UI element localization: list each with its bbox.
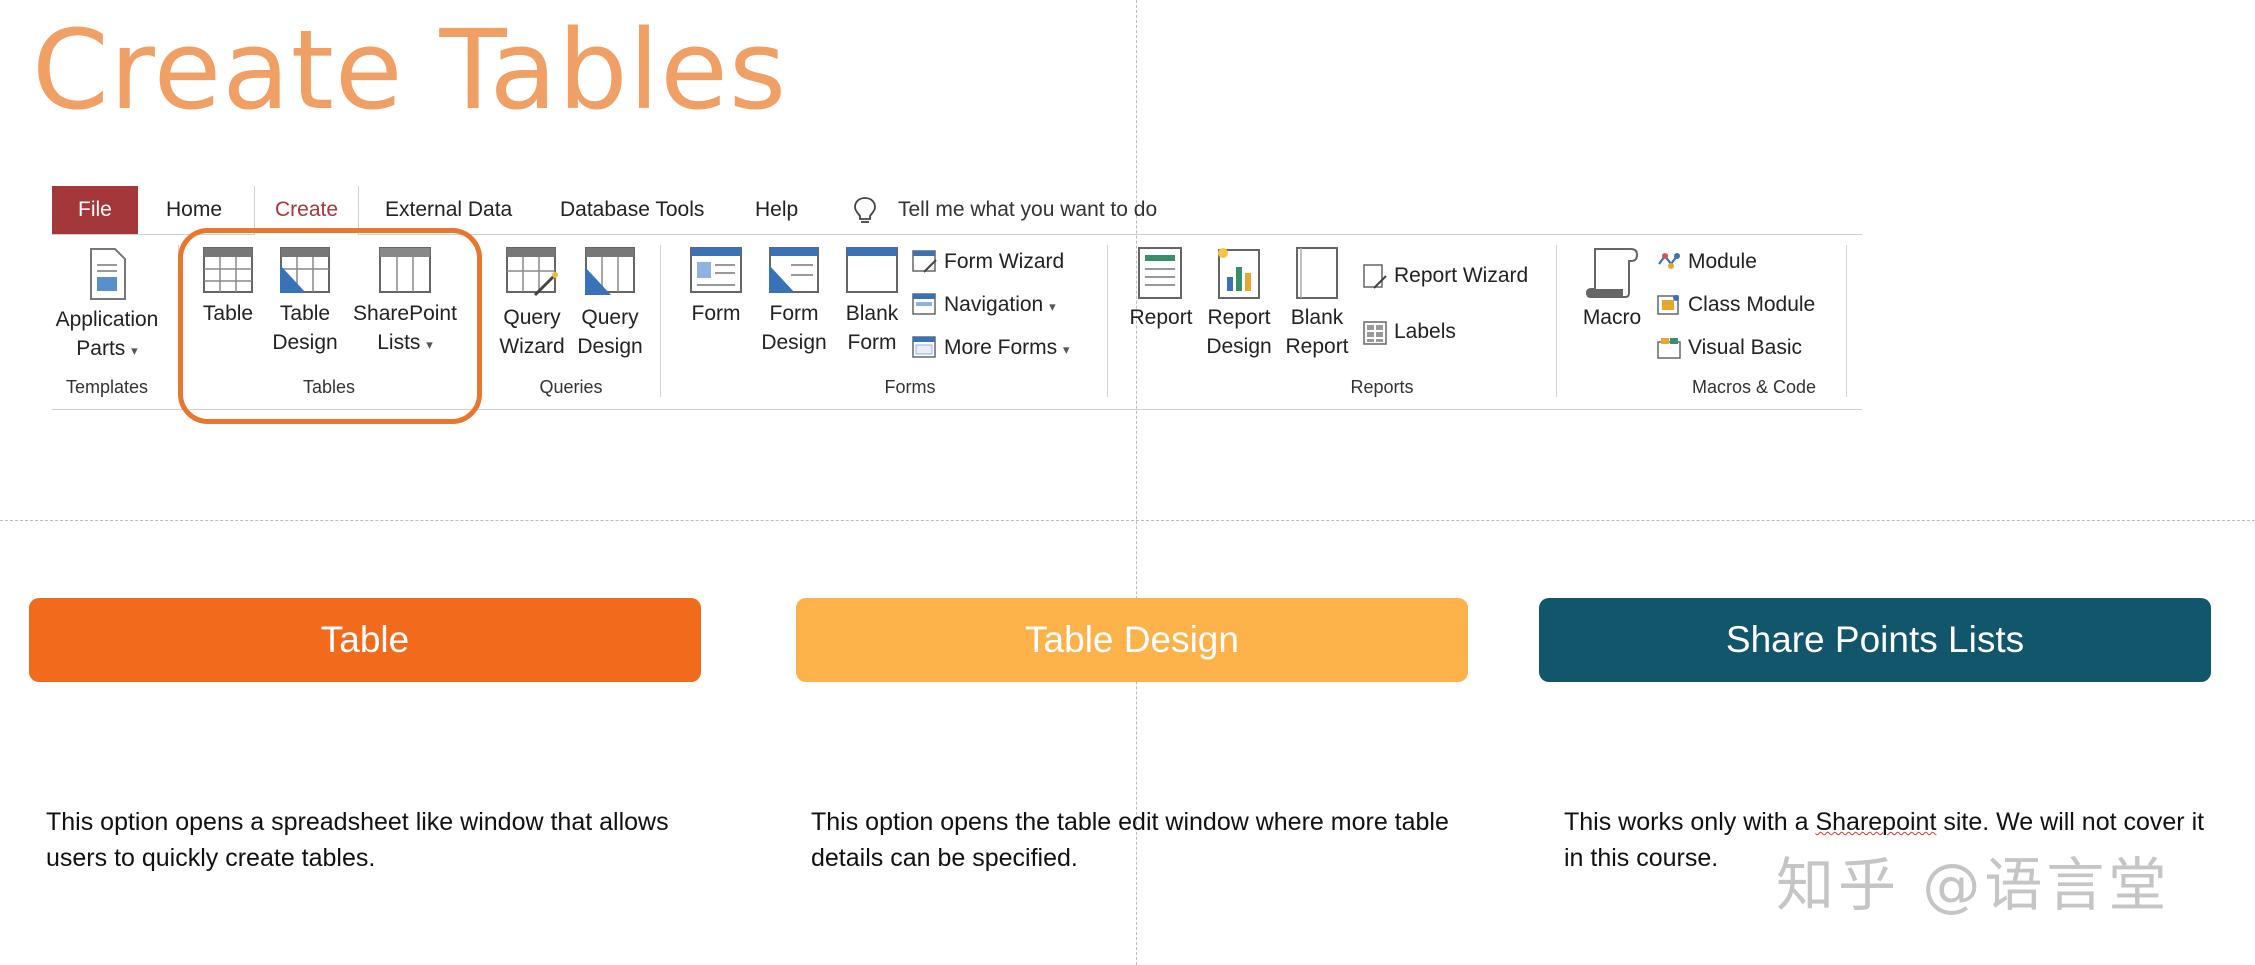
- application-parts-button[interactable]: Application Parts ▾: [52, 247, 162, 365]
- blank-form-button[interactable]: Blank Form: [836, 247, 908, 357]
- blank-form-icon: [846, 247, 898, 293]
- report-design-icon: [1218, 248, 1260, 299]
- watermark: 知乎 @语言堂: [1776, 851, 2171, 919]
- report-wizard-icon: [1363, 264, 1387, 289]
- lightbulb-icon: [854, 197, 876, 223]
- sharepoint-word: Sharepoint: [1815, 808, 1937, 836]
- tell-me-search[interactable]: Tell me what you want to do: [898, 186, 1157, 234]
- blank-report-label-1: Blank: [1290, 306, 1344, 329]
- tables-group-highlight: [178, 228, 482, 424]
- form-wizard-icon: [912, 250, 937, 273]
- blank-report-icon: [1296, 247, 1338, 299]
- form-label: Form: [691, 302, 741, 325]
- group-label-forms: Forms: [884, 377, 936, 397]
- labels-icon: [1363, 321, 1387, 345]
- query-wizard-button[interactable]: Query Wizard: [494, 247, 570, 361]
- query-design-icon: [585, 247, 635, 295]
- slide-guide-horizontal: [0, 520, 2255, 521]
- form-wizard-label: Form Wizard: [944, 250, 1065, 273]
- form-design-label-1: Form: [769, 302, 819, 325]
- macro-label: Macro: [1582, 306, 1642, 329]
- description-text: This works only with a: [1564, 808, 1816, 836]
- chevron-down-icon: ▾: [1049, 299, 1056, 314]
- chevron-down-icon: ▾: [131, 343, 138, 358]
- class-module-icon: [1657, 295, 1679, 315]
- labels-button[interactable]: Labels: [1362, 317, 1602, 347]
- module-icon: [1658, 253, 1680, 269]
- report-button[interactable]: Report: [1122, 247, 1200, 332]
- form-icon: [690, 247, 742, 293]
- visual-basic-button[interactable]: Visual Basic: [1656, 333, 1856, 363]
- visual-basic-icon: [1657, 338, 1681, 359]
- group-separator: [660, 245, 661, 397]
- report-label: Report: [1129, 306, 1193, 329]
- report-icon: [1138, 247, 1182, 299]
- group-label-macros-code: Macros & Code: [1691, 377, 1817, 397]
- class-module-label: Class Module: [1688, 293, 1816, 316]
- group-separator: [1846, 245, 1847, 397]
- card-table-design-description: This option opens the table edit window …: [811, 808, 1449, 872]
- application-parts-label-2: Parts: [76, 337, 126, 360]
- group-label-reports: Reports: [1350, 377, 1414, 397]
- class-module-button[interactable]: Class Module: [1656, 290, 1856, 320]
- navigation-label: Navigation: [944, 293, 1044, 316]
- tab-external-data[interactable]: External Data: [385, 186, 512, 234]
- report-design-label-2: Design: [1206, 335, 1272, 358]
- group-separator: [1556, 245, 1557, 397]
- query-design-label-2: Design: [577, 335, 643, 358]
- report-design-label-1: Report: [1207, 306, 1271, 329]
- card-share-points-lists-banner: Share Points Lists: [1539, 598, 2211, 682]
- macro-button[interactable]: Macro: [1574, 247, 1650, 332]
- form-design-label-2: Design: [761, 331, 827, 354]
- macro-icon: [1585, 248, 1639, 298]
- blank-report-button[interactable]: Blank Report: [1278, 247, 1356, 361]
- group-label-queries: Queries: [539, 377, 603, 397]
- application-parts-icon: [90, 248, 126, 300]
- query-wizard-label-2: Wizard: [499, 335, 565, 358]
- blank-form-label-2: Form: [847, 331, 897, 354]
- application-parts-label-1: Application: [55, 308, 159, 331]
- labels-label: Labels: [1394, 320, 1456, 343]
- chevron-down-icon: ▾: [1063, 342, 1070, 357]
- query-design-label-1: Query: [581, 306, 639, 329]
- tab-help[interactable]: Help: [755, 186, 798, 234]
- more-forms-icon: [912, 336, 936, 358]
- card-table-banner: Table: [29, 598, 701, 682]
- tab-home[interactable]: Home: [166, 186, 222, 234]
- tab-file[interactable]: File: [52, 186, 138, 234]
- query-wizard-icon: [506, 247, 558, 297]
- module-label: Module: [1688, 250, 1757, 273]
- blank-report-label-2: Report: [1285, 335, 1349, 358]
- card-table-description: This option opens a spreadsheet like win…: [46, 808, 669, 872]
- tab-database-tools[interactable]: Database Tools: [560, 186, 704, 234]
- slide-title: Create Tables: [32, 6, 788, 134]
- form-design-icon: [769, 247, 819, 293]
- group-label-templates: Templates: [65, 377, 149, 397]
- report-wizard-button[interactable]: Report Wizard: [1362, 261, 1602, 291]
- group-separator: [1107, 245, 1108, 397]
- report-design-button[interactable]: Report Design: [1200, 247, 1278, 361]
- query-wizard-label-1: Query: [503, 306, 561, 329]
- more-forms-label: More Forms: [944, 336, 1058, 359]
- blank-form-label-1: Blank: [845, 302, 899, 325]
- form-design-button[interactable]: Form Design: [758, 247, 830, 357]
- visual-basic-label: Visual Basic: [1688, 336, 1803, 359]
- navigation-icon: [912, 293, 936, 315]
- form-button[interactable]: Form: [680, 247, 752, 328]
- card-table-design-banner: Table Design: [796, 598, 1468, 682]
- query-design-button[interactable]: Query Design: [572, 247, 648, 361]
- report-wizard-label: Report Wizard: [1394, 264, 1529, 287]
- module-button[interactable]: Module: [1656, 247, 1856, 277]
